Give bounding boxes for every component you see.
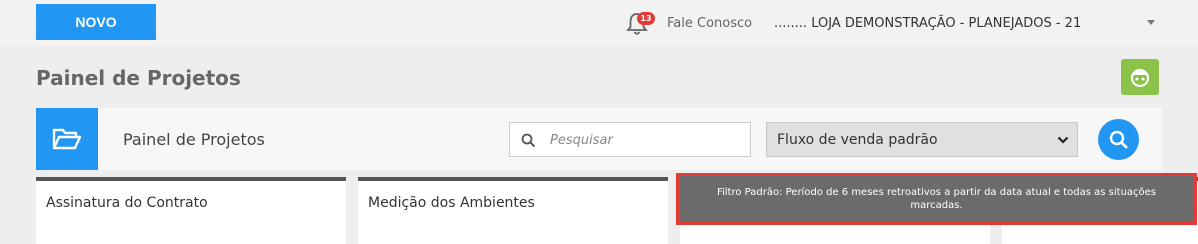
search-icon [521, 133, 536, 148]
search-button[interactable] [1098, 119, 1139, 160]
top-bar: NOVO 13 Fale Conosco ........ LOJA DEMON… [0, 0, 1198, 46]
filter-tooltip: Filtro Padrão: Período de 6 meses retroa… [676, 173, 1197, 225]
kanban-column-card[interactable]: Medição dos Ambientes [358, 177, 668, 244]
sales-flow-select-value: Fluxo de venda padrão [777, 131, 938, 148]
chevron-down-icon [1057, 136, 1069, 144]
column-title: Assinatura do Contrato [46, 195, 208, 211]
search-input[interactable] [550, 130, 740, 150]
page-title: Painel de Projetos [36, 66, 241, 90]
contact-link[interactable]: Fale Conosco [667, 16, 752, 31]
kanban-column-card[interactable]: Assinatura do Contrato [36, 177, 346, 244]
folder-open-icon [52, 128, 82, 150]
toolbar-title: Painel de Projetos [123, 130, 265, 149]
chevron-down-icon[interactable] [1147, 20, 1155, 25]
notification-count-badge: 13 [637, 12, 655, 25]
search-icon [1109, 130, 1128, 149]
folder-tile [36, 108, 98, 170]
support-chat-button[interactable] [1121, 59, 1159, 95]
search-field[interactable] [509, 122, 751, 157]
column-title: Medição dos Ambientes [368, 195, 535, 211]
sales-flow-select[interactable]: Fluxo de venda padrão [766, 122, 1078, 157]
store-selector[interactable]: ........ LOJA DEMONSTRAÇÃO - PLANEJADOS … [774, 16, 1081, 31]
face-icon [1130, 68, 1150, 88]
new-button[interactable]: NOVO [36, 4, 156, 40]
